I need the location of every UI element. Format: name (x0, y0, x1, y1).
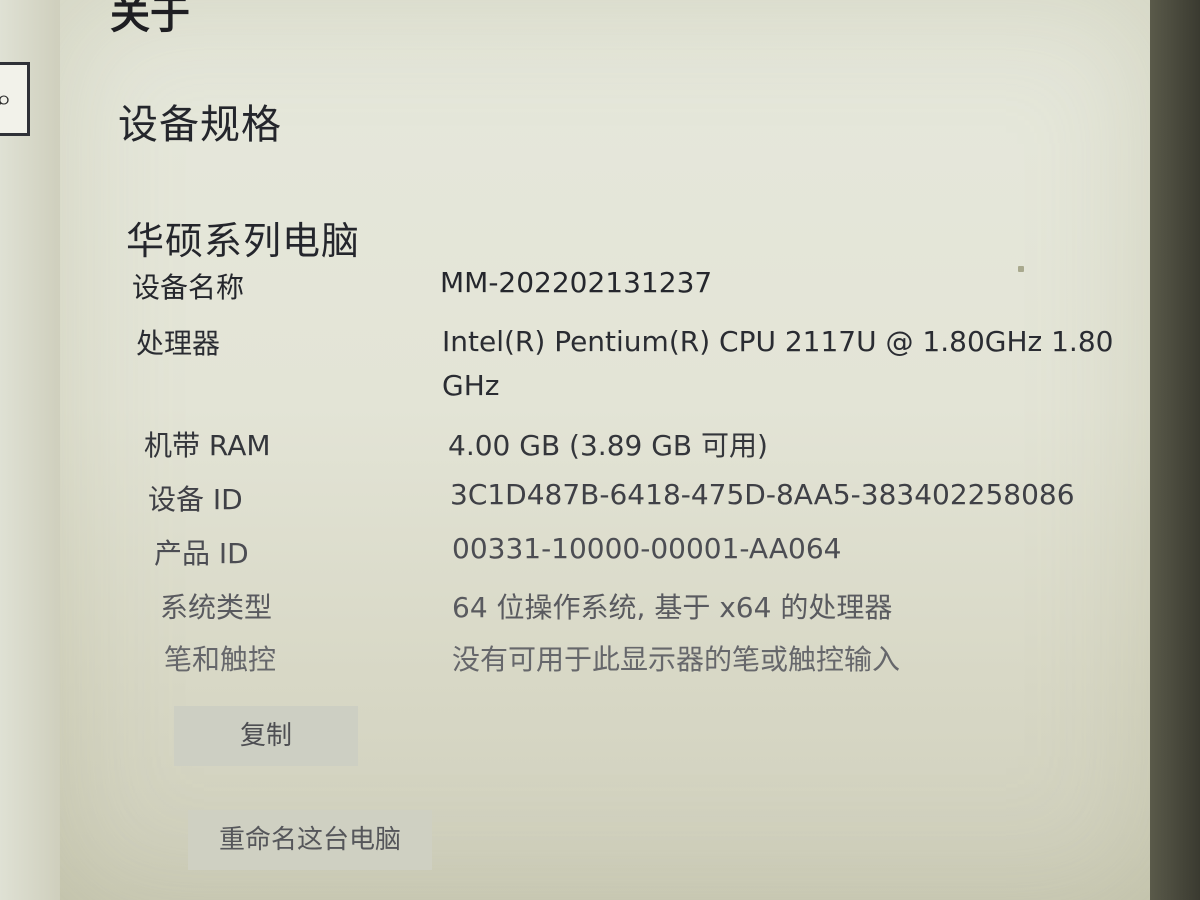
spec-label: 笔和触控 (164, 643, 277, 676)
spec-value: 64 位操作系统, 基于 x64 的处理器 (452, 591, 893, 624)
screen-speck (1018, 266, 1024, 272)
spec-value: 没有可用于此显示器的笔或触控输入 (452, 643, 901, 676)
spec-label: 处理器 (136, 327, 221, 360)
spec-label: 设备名称 (132, 271, 245, 304)
search-box[interactable]: ⌕ (0, 62, 30, 136)
spec-label: 设备 ID (148, 483, 243, 516)
spec-value: 3C1D487B-6418-475D-8AA5-383402258086 (450, 478, 1075, 511)
screen-bezel (1150, 0, 1200, 900)
spec-label: 机带 RAM (144, 429, 271, 462)
spec-value: MM-202202131237 (440, 266, 713, 299)
settings-window: ⌕ 关于 设备规格 华硕系列电脑 设备名称 MM-202202131237 处理… (0, 0, 1200, 900)
spec-label: 产品 ID (154, 537, 249, 570)
device-heading: 华硕系列电脑 (126, 219, 361, 263)
settings-nav-strip: ⌕ (0, 0, 61, 900)
spec-value: 4.00 GB (3.89 GB 可用) (448, 429, 768, 462)
spec-value: Intel(R) Pentium(R) CPU 2117U @ 1.80GHz … (442, 325, 1114, 402)
section-title: 设备规格 (118, 102, 282, 148)
search-icon[interactable]: ⌕ (0, 85, 12, 113)
rename-pc-button[interactable]: 重命名这台电脑 (188, 810, 432, 870)
spec-value: 00331-10000-00001-AA064 (452, 532, 842, 565)
copy-button[interactable]: 复制 (174, 706, 358, 766)
spec-label: 系统类型 (160, 591, 273, 624)
page-title-cutoff: 关于 (110, 0, 190, 38)
